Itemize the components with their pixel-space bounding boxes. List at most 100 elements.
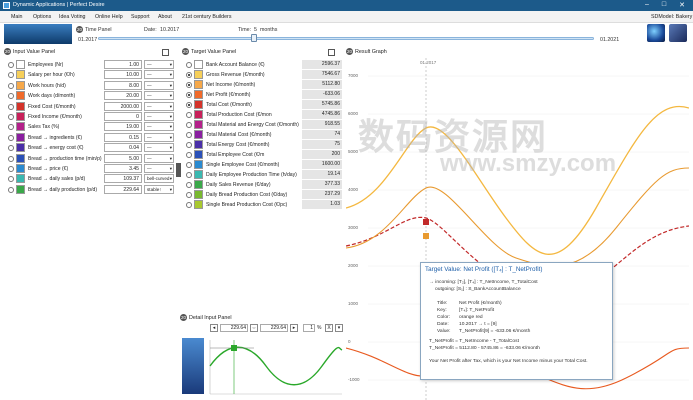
graph-radio[interactable] — [186, 62, 192, 68]
symbol-icon — [194, 70, 203, 79]
input-value[interactable]: 5.00 — [104, 153, 142, 163]
input-mode-select[interactable]: bell-curved — [144, 174, 174, 184]
graph-radio[interactable] — [8, 93, 14, 100]
graph-radio[interactable] — [186, 82, 192, 88]
input-mode-select[interactable]: — — [144, 164, 174, 173]
menu-main[interactable]: Main — [11, 14, 22, 20]
graph-radio[interactable] — [186, 102, 192, 108]
target-label: Single Employee Cost (€/month) — [206, 162, 280, 168]
graph-radio[interactable] — [186, 202, 192, 208]
top-icons — [647, 24, 689, 44]
graph-radio[interactable] — [8, 176, 14, 183]
tooltip-description: Your Net Profit after Tax, which is your… — [429, 359, 588, 364]
detail-value-1[interactable]: 229.64 — [220, 324, 248, 332]
input-mode-select[interactable]: — — [144, 91, 174, 101]
time-slider[interactable] — [98, 37, 594, 40]
graph-radio[interactable] — [186, 122, 192, 128]
input-mode-select[interactable]: — — [144, 143, 174, 153]
graph-radio[interactable] — [8, 124, 14, 131]
graph-radio[interactable] — [8, 166, 14, 172]
input-mode-select[interactable]: — — [144, 60, 174, 69]
detail-input-panel: 20 Detail Input Panel ◂ 229.64 ⇔ 229.64 ▸… — [180, 314, 345, 400]
input-value[interactable]: 10.00 — [104, 70, 142, 80]
tooltip-field-key: Date: — [437, 322, 449, 327]
dropdown-button[interactable]: ▾ — [335, 324, 343, 332]
step-up-button[interactable]: ▸ — [290, 324, 298, 332]
graph-radio[interactable] — [186, 132, 192, 138]
symbol-icon — [16, 164, 25, 173]
tooltip-field-key: Value: — [437, 329, 451, 334]
input-mode-select[interactable]: — — [144, 153, 174, 163]
graph-radio[interactable] — [186, 182, 192, 188]
graph-radio[interactable] — [186, 92, 192, 98]
graph-radio[interactable] — [186, 162, 192, 168]
input-mode-select[interactable]: — — [144, 122, 174, 132]
graph-radio[interactable] — [186, 152, 192, 158]
input-mode-select[interactable]: — — [144, 101, 174, 111]
target-label: Daily Employee Production Time (h/day) — [206, 172, 297, 178]
input-value[interactable]: 8.00 — [104, 80, 142, 90]
edit-icon[interactable] — [328, 49, 335, 56]
graph-radio[interactable] — [8, 186, 14, 193]
input-value[interactable]: 20.00 — [104, 91, 142, 101]
menu-about[interactable]: About — [158, 14, 172, 20]
symbol-icon — [194, 100, 203, 109]
graph-radio[interactable] — [186, 192, 192, 198]
menu-online-help[interactable]: Online Help — [95, 14, 123, 20]
percent-value[interactable]: 1 — [303, 324, 315, 332]
input-mode-select[interactable]: — — [144, 112, 174, 121]
menu-idea-voting[interactable]: Idea Voting — [59, 14, 86, 20]
graph-radio[interactable] — [186, 72, 192, 78]
input-value[interactable]: 0 — [104, 112, 142, 121]
input-value[interactable]: 19.00 — [104, 122, 142, 132]
collapse-handle[interactable] — [176, 163, 181, 177]
title-bar: Dynamic Applications | Perfect Desire – … — [0, 0, 693, 11]
graph-radio[interactable] — [8, 155, 14, 162]
menu-support[interactable]: Support — [131, 14, 150, 20]
target-value: 5112.80 — [302, 80, 342, 89]
input-value[interactable]: 0.04 — [104, 143, 142, 153]
maximize-button[interactable]: □ — [657, 1, 671, 8]
symbol-icon — [16, 91, 25, 101]
graph-radio[interactable] — [8, 114, 14, 120]
input-value[interactable]: 3.45 — [104, 164, 142, 173]
detail-curve[interactable] — [208, 336, 344, 398]
graph-radio[interactable] — [8, 103, 14, 110]
symbol-icon — [194, 150, 203, 159]
close-button[interactable]: ✕ — [675, 1, 689, 9]
mode-button[interactable]: X — [325, 324, 333, 332]
menu-options[interactable]: Options — [33, 14, 51, 20]
graph-radio[interactable] — [8, 62, 14, 68]
graph-radio[interactable] — [186, 112, 192, 118]
input-mode-select[interactable]: stable↑ — [144, 184, 174, 194]
input-value[interactable]: 229.64 — [104, 184, 142, 194]
watermark-url: www.smzy.com — [440, 150, 617, 177]
graph-radio[interactable] — [186, 172, 192, 178]
step-down-button[interactable]: ◂ — [210, 324, 218, 332]
target-value: -633.06 — [302, 90, 342, 99]
input-mode-select[interactable]: — — [144, 80, 174, 90]
input-mode-select[interactable]: — — [144, 70, 174, 80]
menu-21st-century-builders[interactable]: 21st century Builders — [182, 14, 231, 20]
input-mode-select[interactable]: — — [144, 132, 174, 142]
graph-radio[interactable] — [8, 134, 14, 141]
time-slider-thumb[interactable] — [251, 34, 257, 42]
input-value[interactable]: 1.00 — [104, 60, 142, 69]
globe-icon[interactable] — [647, 24, 665, 42]
detail-value-2[interactable]: 229.64 — [260, 324, 288, 332]
input-label: Bread → daily sales (p/d) — [28, 176, 86, 183]
swap-button[interactable]: ⇔ — [250, 324, 258, 332]
graph-radio[interactable] — [8, 145, 14, 152]
badge: 20 — [346, 48, 353, 56]
input-value[interactable]: 0.15 — [104, 132, 142, 142]
graph-radio[interactable] — [186, 142, 192, 148]
input-label: Sales Tax (%) — [28, 124, 60, 131]
input-value[interactable]: 2000.00 — [104, 101, 142, 111]
symbol-icon — [16, 174, 25, 184]
input-value[interactable]: 109.37 — [104, 174, 142, 184]
minimize-button[interactable]: – — [640, 1, 654, 8]
ai-head-icon[interactable] — [669, 24, 687, 42]
graph-radio[interactable] — [8, 82, 14, 89]
edit-icon[interactable] — [162, 49, 169, 56]
graph-radio[interactable] — [8, 72, 14, 79]
